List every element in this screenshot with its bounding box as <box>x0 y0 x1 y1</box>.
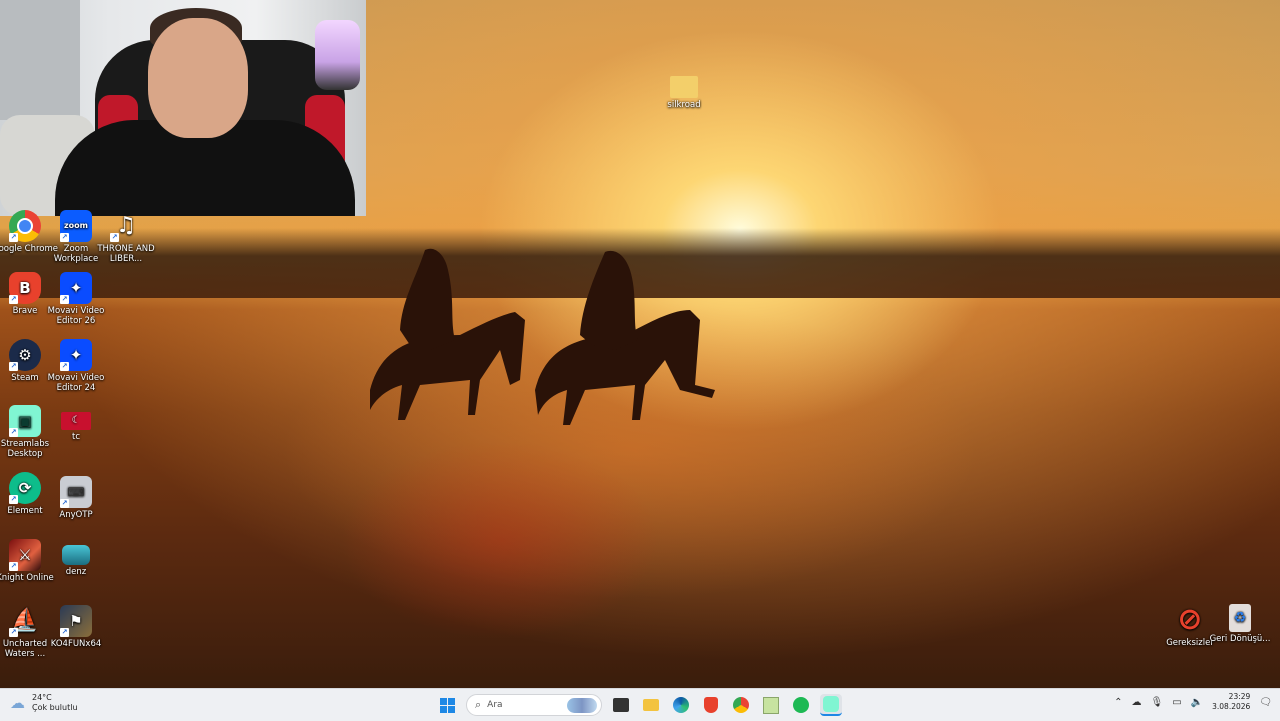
brave-taskbar-button[interactable] <box>700 694 722 716</box>
start-button[interactable] <box>436 694 458 716</box>
prohibited-icon: ⊘ <box>1177 602 1203 637</box>
document-icon <box>62 545 90 565</box>
streamlabs-taskbar-button[interactable] <box>820 694 842 716</box>
spotify-icon <box>793 697 809 713</box>
icon-label: AnyOTP <box>59 510 93 520</box>
music-note-icon: ♫ ↗ <box>110 213 136 242</box>
notepad-icon <box>763 696 779 714</box>
icon-label: Geri Dönüşü... <box>1209 634 1271 644</box>
search-highlight-icon <box>567 698 597 713</box>
movavi-icon: ✦ ↗ <box>60 272 92 304</box>
element-icon: ⟳ ↗ <box>9 472 41 504</box>
keyboard-icon: ⌨ ↗ <box>60 476 92 508</box>
icon-label: Streamlabs Desktop <box>0 439 50 459</box>
folder-label: silkroad <box>667 100 701 110</box>
icon-label: Movavi Video Editor 26 <box>47 306 105 326</box>
chrome-taskbar-button[interactable] <box>730 694 752 716</box>
desktop-icon-ko4fun[interactable]: ⚑ ↗ KO4FUNx64 <box>41 605 111 649</box>
desktop-icon-tc[interactable]: ☾ tc <box>41 412 111 442</box>
taskbar: ☁ 24°C Çok bulutlu ⌕ Ara ⌃ ☁ 🎙 ▭ 🔈 23:29… <box>0 688 1280 721</box>
folder-icon <box>643 699 659 711</box>
notepad-taskbar-button[interactable] <box>760 694 782 716</box>
movavi-icon: ✦ ↗ <box>60 339 92 371</box>
task-view-icon <box>613 698 629 712</box>
recycle-bin-icon: ♻ <box>1229 604 1251 632</box>
zoom-icon: zoom ↗ <box>60 210 92 242</box>
chrome-icon <box>733 697 749 713</box>
search-placeholder: Ara <box>487 700 503 710</box>
system-tray: ⌃ ☁ 🎙 ▭ 🔈 23:29 3.08.2026 🗨 <box>1114 692 1272 712</box>
weather-widget[interactable]: ☁ 24°C Çok bulutlu <box>10 693 78 713</box>
desktop: silkroad ↗ Google Chrome B↗ Brave ⚙↗ Ste… <box>0 0 1280 688</box>
icon-label: Movavi Video Editor 24 <box>47 373 105 393</box>
search-icon: ⌕ <box>475 698 482 711</box>
clock-time: 23:29 <box>1228 692 1251 701</box>
taskbar-apps: ⌕ Ara <box>436 692 842 718</box>
file-explorer-button[interactable] <box>640 694 662 716</box>
spotify-taskbar-button[interactable] <box>790 694 812 716</box>
ship-icon: ⛵ ↗ <box>9 608 39 637</box>
edge-icon <box>673 697 689 713</box>
cloud-icon: ☁ <box>10 694 25 712</box>
wallpaper-lens-flare <box>340 440 660 640</box>
taskbar-search[interactable]: ⌕ Ara <box>466 694 602 716</box>
folder-icon <box>670 76 698 98</box>
desktop-icon-movavi-26[interactable]: ✦ ↗ Movavi Video Editor 26 <box>41 272 111 326</box>
speaker-icon[interactable]: 🔈 <box>1191 697 1203 708</box>
icon-label: THRONE AND LIBER... <box>97 244 155 264</box>
brave-icon <box>704 697 718 713</box>
flag-icon: ☾ <box>61 412 91 430</box>
display-icon[interactable]: ▭ <box>1172 697 1181 708</box>
webcam-overlay <box>0 0 366 216</box>
desktop-icon-denz[interactable]: denz <box>41 545 111 577</box>
notification-icon[interactable]: 🗨 <box>1259 697 1272 708</box>
icon-label: KO4FUNx64 <box>50 639 102 649</box>
streamlabs-icon <box>823 696 839 712</box>
weather-temp: 24°C <box>32 693 52 702</box>
weather-desc: Çok bulutlu <box>32 703 78 712</box>
clock[interactable]: 23:29 3.08.2026 <box>1212 692 1250 712</box>
chrome-icon: ↗ <box>9 210 41 242</box>
icon-label: tc <box>71 432 80 442</box>
game-icon: ⚑ ↗ <box>60 605 92 637</box>
icon-label: denz <box>65 567 87 577</box>
microphone-icon[interactable]: 🎙 <box>1151 697 1164 708</box>
wallpaper-riders <box>370 248 715 425</box>
desktop-icon-throne[interactable]: ♫ ↗ THRONE AND LIBER... <box>91 210 161 265</box>
chevron-up-icon[interactable]: ⌃ <box>1114 697 1122 708</box>
task-view-button[interactable] <box>610 694 632 716</box>
windows-icon <box>439 697 455 713</box>
brave-icon: B ↗ <box>9 272 41 304</box>
desktop-folder-silkroad[interactable]: silkroad <box>649 76 719 110</box>
knight-online-icon: ⚔ ↗ <box>9 539 41 571</box>
desktop-icon-recycle-bin[interactable]: ♻ Geri Dönüşü... <box>1205 604 1275 644</box>
streamlabs-icon: ▣ ↗ <box>9 405 41 437</box>
cloud-sync-icon[interactable]: ☁ <box>1132 697 1142 708</box>
desktop-icon-movavi-24[interactable]: ✦ ↗ Movavi Video Editor 24 <box>41 339 111 393</box>
edge-button[interactable] <box>670 694 692 716</box>
clock-date: 3.08.2026 <box>1212 702 1251 711</box>
steam-icon: ⚙ ↗ <box>9 339 41 371</box>
desktop-icon-anyotp[interactable]: ⌨ ↗ AnyOTP <box>41 476 111 520</box>
